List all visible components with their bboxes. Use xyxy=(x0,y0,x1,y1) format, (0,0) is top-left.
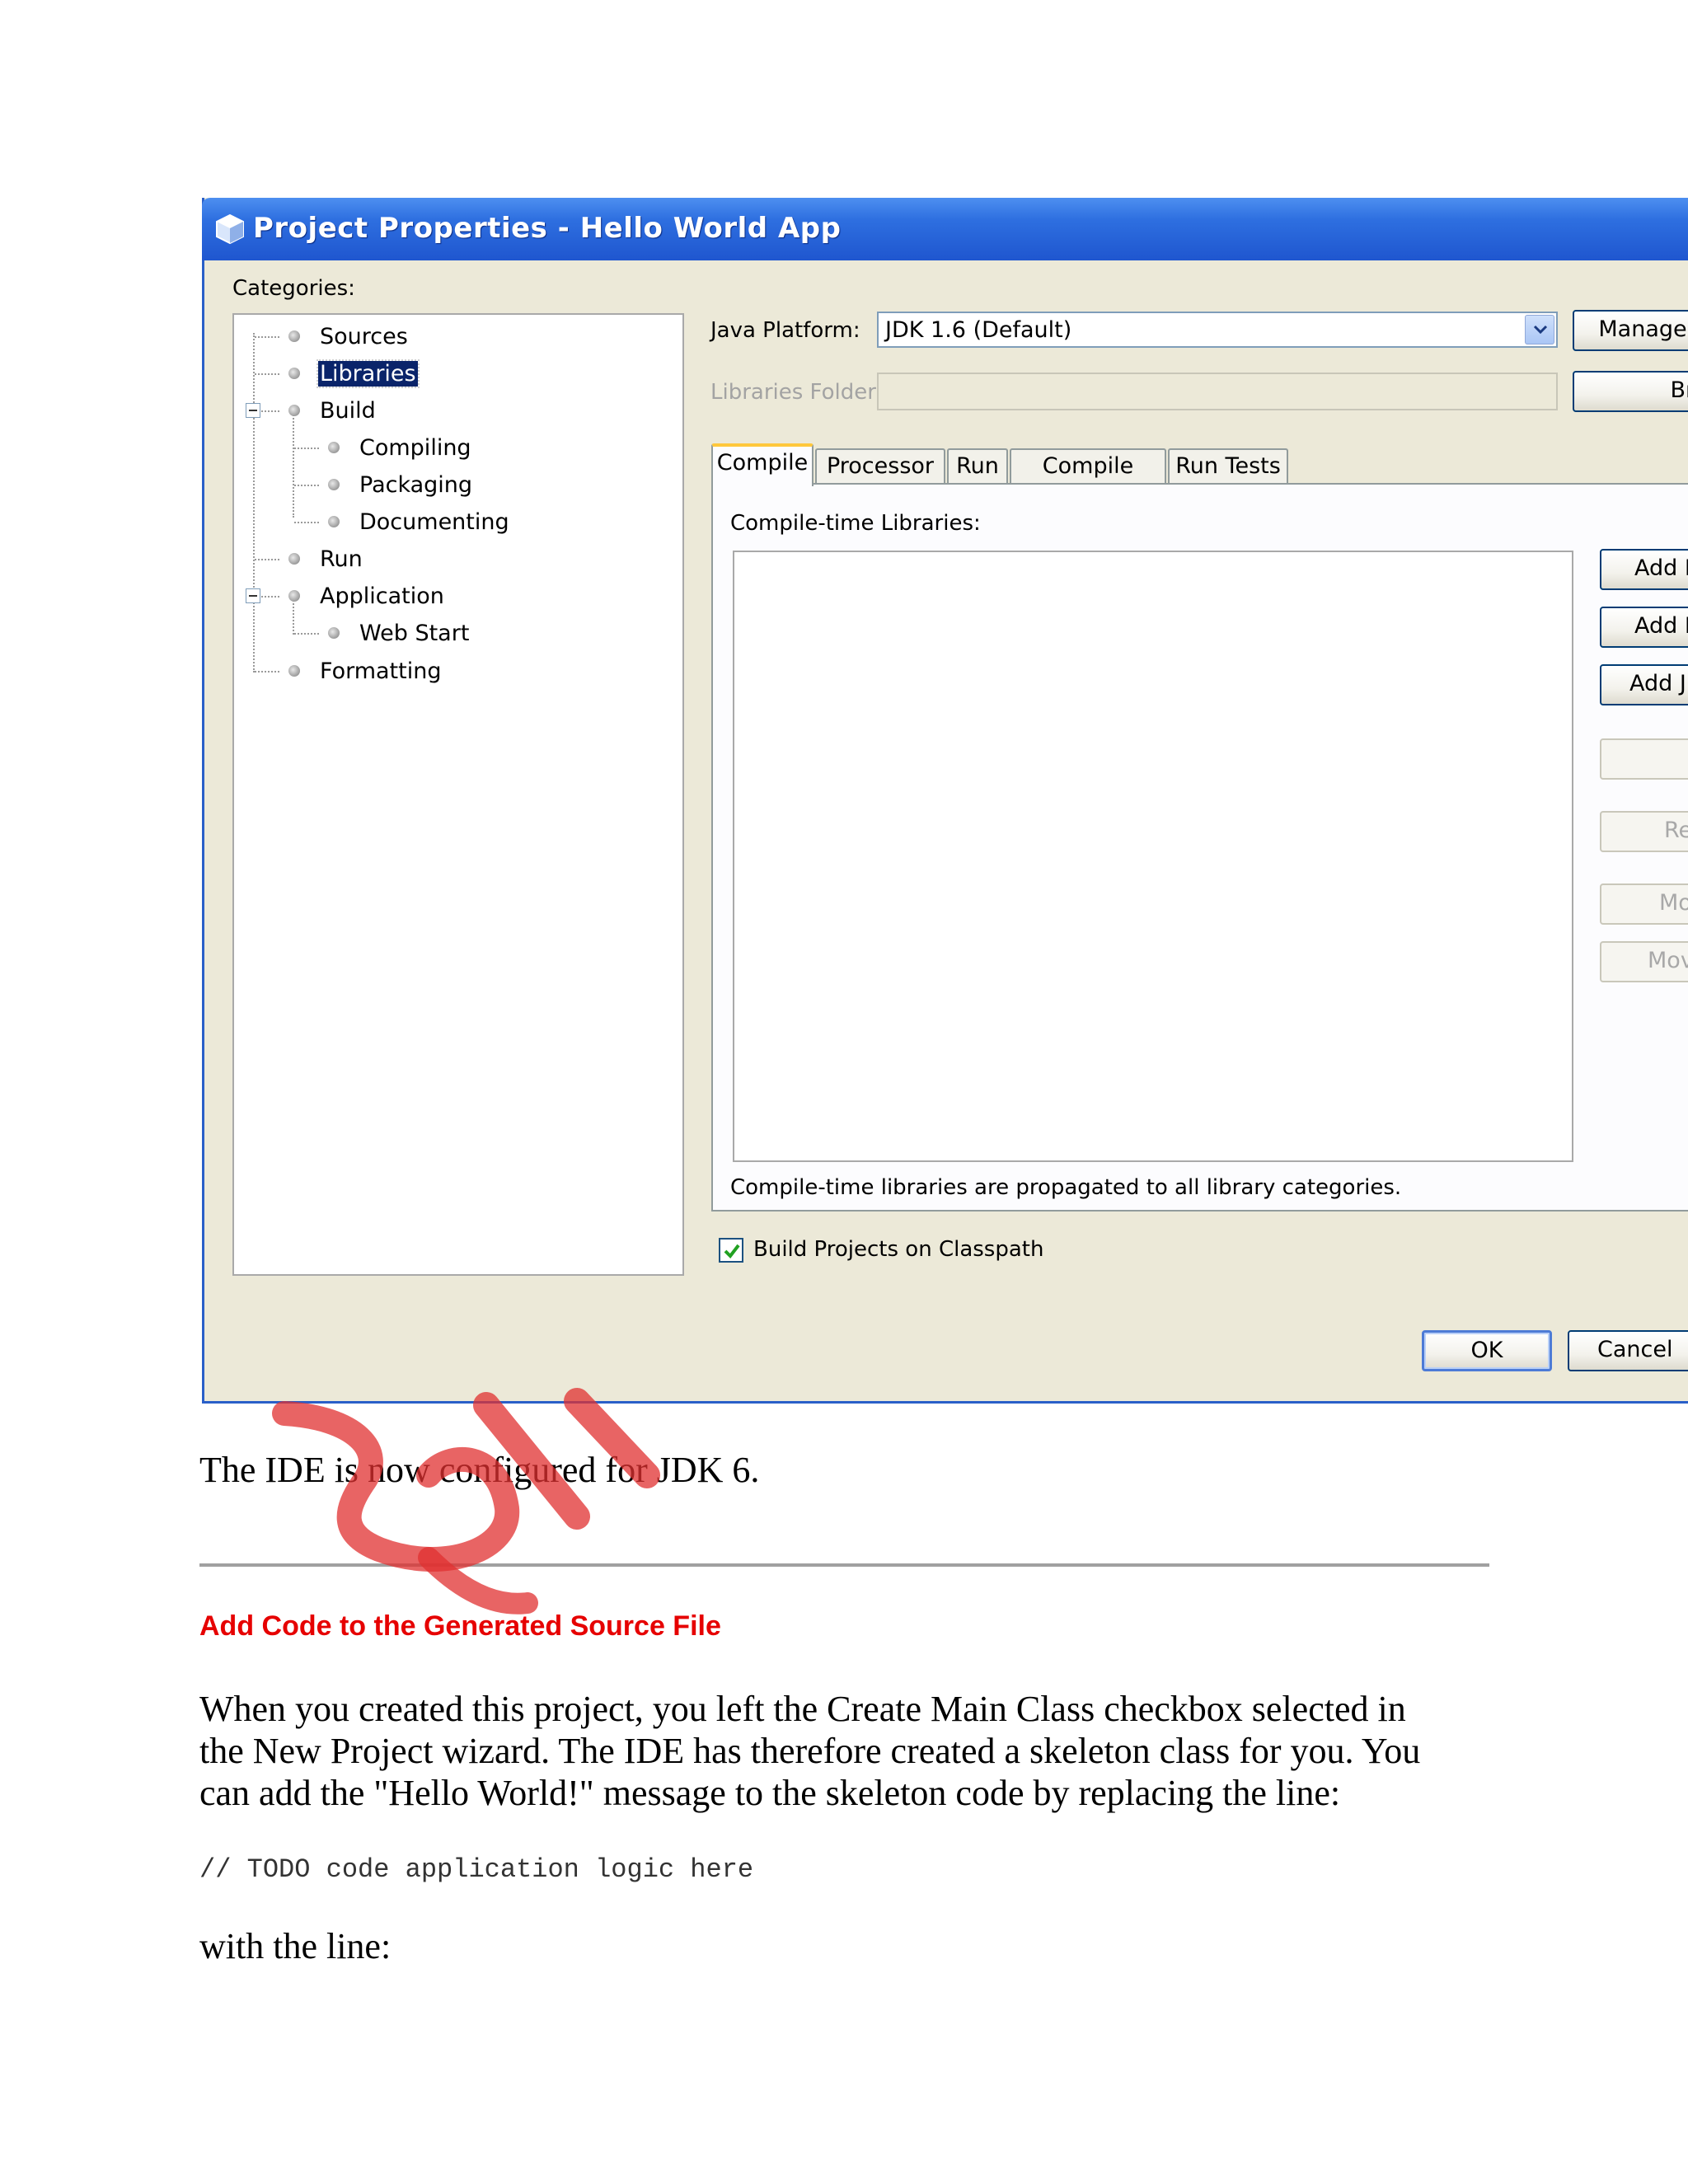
tree-guide-line xyxy=(294,633,319,635)
node-bullet-icon xyxy=(288,665,300,677)
tree-guide-line xyxy=(294,522,319,523)
checkmark-icon xyxy=(724,1244,740,1259)
category-label: Web Start xyxy=(359,620,470,646)
title-bar[interactable]: Project Properties - Hello World App xyxy=(202,198,1688,260)
code-line: // TODO code application logic here xyxy=(199,1854,754,1885)
browse-button[interactable]: Bro xyxy=(1573,371,1688,412)
tree-guide-line xyxy=(255,373,279,375)
category-label: Documenting xyxy=(359,509,509,535)
cancel-button[interactable]: Cancel xyxy=(1568,1330,1688,1371)
category-web-start[interactable]: Web Start xyxy=(328,616,471,649)
tab-run-tests[interactable]: Run Tests xyxy=(1168,448,1288,485)
node-bullet-icon xyxy=(328,627,340,639)
propagated-note: Compile-time libraries are propagated to… xyxy=(730,1175,1402,1200)
configured-text: The IDE is now configured for JDK 6. xyxy=(199,1450,760,1490)
build-projects-checkbox[interactable] xyxy=(719,1238,743,1263)
remove-button[interactable]: Re xyxy=(1600,811,1688,852)
java-platform-value: JDK 1.6 (Default) xyxy=(885,317,1072,343)
collapse-build-icon[interactable] xyxy=(246,403,260,418)
libraries-folder-label: Libraries Folder: xyxy=(710,380,884,405)
collapse-application-icon[interactable] xyxy=(246,588,260,603)
java-platform-select[interactable]: JDK 1.6 (Default) xyxy=(877,312,1558,348)
ok-button[interactable]: OK xyxy=(1422,1330,1552,1371)
category-label: Compiling xyxy=(359,434,471,461)
category-compiling[interactable]: Compiling xyxy=(328,431,473,464)
tab-compile[interactable]: Compile xyxy=(711,443,814,486)
add-library-button[interactable]: Add L xyxy=(1600,607,1688,648)
tab-processor[interactable]: Processor xyxy=(815,448,945,485)
category-run[interactable]: Run xyxy=(288,542,364,575)
category-label: Application xyxy=(320,583,444,609)
category-label: Packaging xyxy=(359,471,473,498)
category-label: Libraries xyxy=(316,359,420,388)
move-up-button[interactable]: Mo xyxy=(1600,883,1688,925)
node-bullet-icon xyxy=(288,405,300,416)
category-label: Run xyxy=(320,546,363,572)
tree-guide-line xyxy=(293,412,294,518)
node-bullet-icon xyxy=(328,516,340,527)
category-label: Formatting xyxy=(320,658,442,684)
category-formatting[interactable]: Formatting xyxy=(288,654,443,687)
edit-button[interactable] xyxy=(1600,738,1688,780)
node-bullet-icon xyxy=(288,553,300,565)
category-documenting[interactable]: Documenting xyxy=(328,505,511,538)
category-packaging[interactable]: Packaging xyxy=(328,468,474,501)
node-bullet-icon xyxy=(288,368,300,379)
paragraph-line: the New Project wizard. The IDE has ther… xyxy=(199,1731,1421,1771)
node-bullet-icon xyxy=(328,442,340,453)
compile-libraries-list[interactable] xyxy=(733,551,1573,1162)
project-properties-dialog: Project Properties - Hello World App Cat… xyxy=(202,198,1688,1404)
java-platform-label: Java Platform: xyxy=(710,318,860,343)
tab-compile-tests[interactable]: Compile Tests xyxy=(1010,448,1166,512)
tree-guide-line xyxy=(255,671,279,673)
category-label: Sources xyxy=(320,323,408,349)
dropdown-button[interactable] xyxy=(1525,315,1554,344)
netbeans-cube-icon xyxy=(216,213,244,245)
tree-guide-line xyxy=(255,559,279,560)
dialog-title: Project Properties - Hello World App xyxy=(253,212,842,245)
node-bullet-icon xyxy=(328,479,340,490)
move-down-button[interactable]: Mov xyxy=(1600,941,1688,982)
node-bullet-icon xyxy=(288,330,300,342)
manage-platforms-button[interactable]: Manage xyxy=(1573,310,1688,351)
tree-guide-line xyxy=(294,485,319,486)
category-application[interactable]: Application xyxy=(288,579,446,612)
category-build[interactable]: Build xyxy=(288,394,377,427)
add-jar-folder-button[interactable]: Add J xyxy=(1600,664,1688,705)
libraries-folder-field xyxy=(877,373,1558,410)
category-label: Build xyxy=(320,397,376,424)
node-bullet-icon xyxy=(288,590,300,602)
build-projects-label: Build Projects on Classpath xyxy=(753,1237,1044,1262)
compile-libraries-label: Compile-time Libraries: xyxy=(730,511,981,536)
paragraph-line: can add the "Hello World!" message to th… xyxy=(199,1773,1341,1813)
horizontal-rule xyxy=(199,1563,1489,1567)
with-line-text: with the line: xyxy=(199,1926,392,1966)
tree-guide-line xyxy=(294,448,319,449)
tab-run[interactable]: Run xyxy=(947,448,1008,485)
paragraph-line: When you created this project, you left … xyxy=(199,1689,1406,1729)
categories-label: Categories: xyxy=(232,276,355,301)
tree-guide-line xyxy=(253,333,255,673)
tree-guide-line xyxy=(255,336,279,338)
category-libraries[interactable]: Libraries xyxy=(288,357,420,390)
add-project-button[interactable]: Add P xyxy=(1600,549,1688,590)
chevron-down-icon xyxy=(1533,325,1548,335)
section-heading: Add Code to the Generated Source File xyxy=(199,1610,721,1642)
category-sources[interactable]: Sources xyxy=(288,320,410,353)
categories-tree[interactable]: Sources Libraries Build Compiling Packag… xyxy=(232,313,684,1276)
